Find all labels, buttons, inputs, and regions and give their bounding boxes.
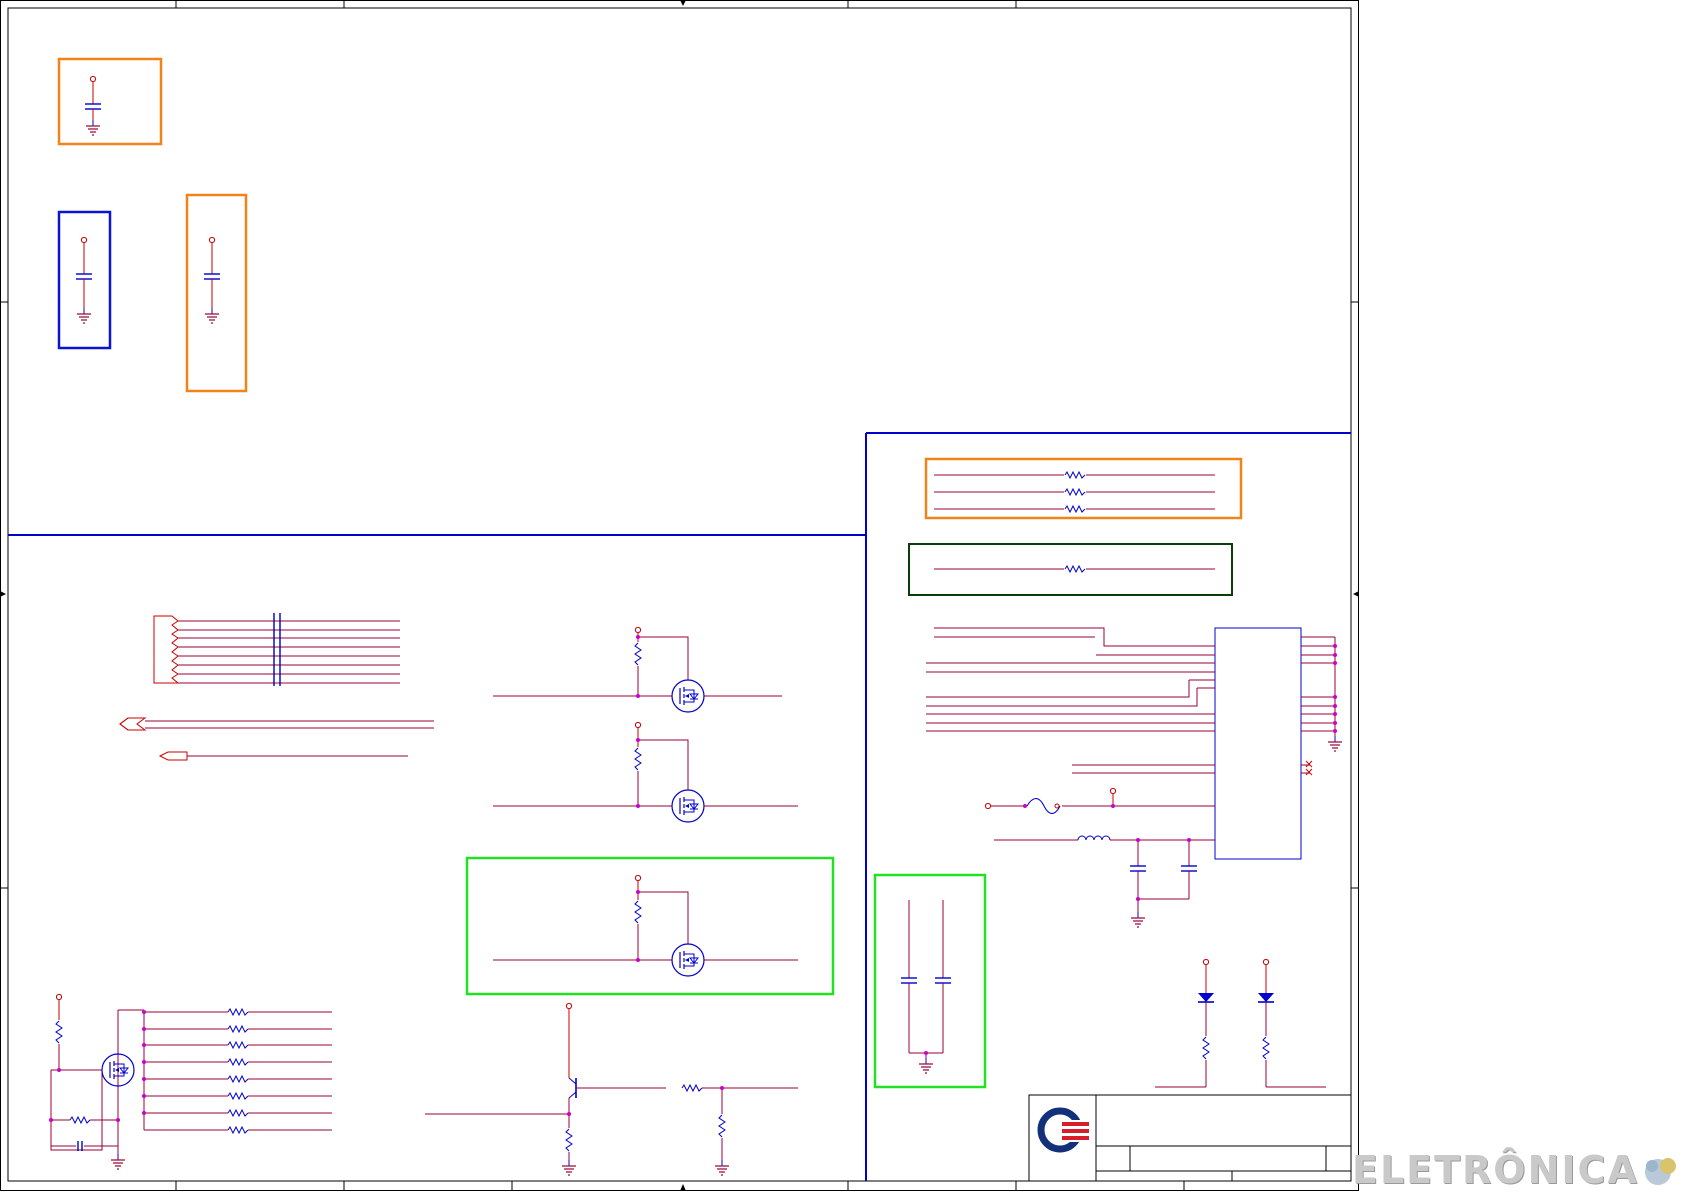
- decoupling-cap-1: [84, 75, 102, 136]
- highlight-box-orange-2: [185, 193, 248, 393]
- company-logo-icon: [1037, 1107, 1090, 1153]
- schematic-sheet: [0, 0, 1359, 1191]
- led-indicator-2: [1257, 958, 1326, 1088]
- differential-pair-port: [119, 717, 434, 731]
- bjt-stage: [425, 1002, 798, 1176]
- power-switch-resistor-array: [49, 993, 332, 1170]
- mosfet-stage-2: [493, 721, 798, 823]
- decoupling-cap-3: [203, 236, 221, 324]
- ic-block: [926, 627, 1343, 860]
- bulk-capacitors: [900, 900, 952, 1074]
- connector-bus: [153, 613, 400, 686]
- mosfet-stage-1: [493, 626, 782, 713]
- decoupling-cap-2: [75, 236, 93, 324]
- watermark-logo-icon: [1645, 1158, 1676, 1185]
- inductor-filter: [994, 835, 1215, 928]
- watermark-text: ELETRÔNICA: [1352, 1148, 1639, 1192]
- highlight-box-orange-1: [57, 57, 163, 146]
- single-signal-port: [158, 751, 408, 761]
- highlight-box-green-1: [465, 856, 835, 996]
- series-resistors-3: [934, 471, 1215, 513]
- fuse-input: [984, 787, 1215, 814]
- highlight-box-green-2: [873, 873, 987, 1089]
- mosfet-stage-3: [493, 874, 798, 977]
- series-resistor-single: [934, 565, 1215, 573]
- led-indicator-1: [1155, 958, 1215, 1088]
